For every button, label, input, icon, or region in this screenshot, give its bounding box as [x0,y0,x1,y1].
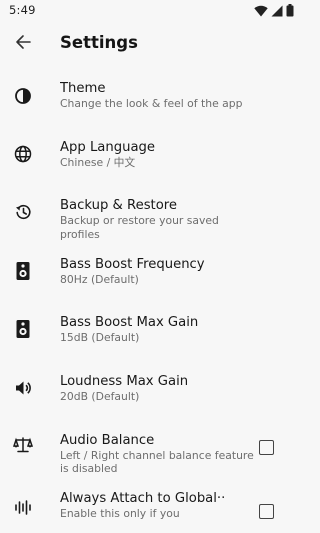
globe-icon [13,144,33,164]
settings-item-subtitle: 80Hz (Default) [60,272,139,286]
settings-item-loudness-max-gain[interactable]: Loudness Max Gain 20dB (Default) [0,359,300,418]
speaker-icon [13,261,33,281]
restore-icon [13,202,33,222]
settings-item-subtitle: Change the look & feel of the app [60,97,243,110]
settings-item-title: Theme [60,81,106,96]
settings-item-backup-restore[interactable]: Backup & Restore Backup or restore your … [0,183,300,242]
settings-item-title: Loudness Max Gain [60,373,189,389]
speaker-icon [13,319,33,339]
settings-item-subtitle: Left / Right channel balance feature is … [60,448,254,476]
settings-item-audio-balance[interactable]: Audio Balance Left / Right channel balan… [0,418,300,477]
settings-item-bass-boost-frequency[interactable]: Bass Boost Frequency 80Hz (Default) [0,242,300,301]
status-time: 5:49 [9,3,36,17]
settings-item-title: Audio Balance [60,432,155,448]
settings-item-title: Bass Boost Max Gain [60,315,199,331]
balance-scale-icon [13,435,33,455]
arrow-left-icon [15,34,31,54]
settings-item-bass-boost-max-gain[interactable]: Bass Boost Max Gain 15dB (Default) [0,300,300,359]
settings-list: Theme Change the look & feel of the app … [0,66,300,533]
settings-item-always-attach-global[interactable]: Always Attach to Global·· Enable this on… [0,476,300,533]
audio-balance-checkbox[interactable] [259,439,274,455]
app-bar: Settings [0,22,300,66]
settings-item-title: Backup & Restore [60,198,178,214]
settings-item-subtitle: Chinese / 中文 [60,155,136,169]
settings-item-subtitle: Backup or restore your saved profiles [60,214,219,241]
settings-item-title: Always Attach to Global·· [60,491,226,507]
settings-item-subtitle: 20dB (Default) [60,389,140,403]
signal-icon [271,2,283,21]
settings-item-title: App Language [60,139,156,155]
status-bar: 5:49 [0,0,300,22]
settings-item-subtitle: 15dB (Default) [60,331,140,345]
status-icons [254,2,294,21]
settings-item-theme[interactable]: Theme Change the look & feel of the app [0,66,300,125]
battery-icon [286,2,294,21]
equalizer-icon [13,497,33,517]
settings-item-app-language[interactable]: App Language Chinese / 中文 [0,125,300,184]
settings-item-title: Bass Boost Frequency [60,256,205,272]
back-button[interactable] [11,32,35,56]
volume-icon [13,378,33,398]
always-attach-checkbox[interactable] [259,504,274,520]
contrast-icon [13,86,33,106]
wifi-icon [254,2,268,21]
page-title: Settings [60,33,138,52]
settings-item-subtitle: Enable this only if you [60,507,180,521]
